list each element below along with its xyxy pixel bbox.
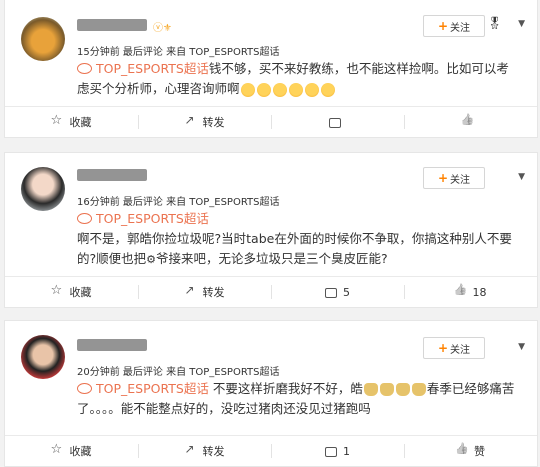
gear-icon: ⚙: [146, 253, 157, 266]
repost-button[interactable]: 转发: [138, 277, 271, 307]
repost-label: 转发: [202, 445, 225, 458]
like-count: 赞: [474, 445, 485, 458]
comment-text-2a: 的?顺便也把: [77, 251, 147, 266]
collect-label: 收藏: [69, 116, 92, 129]
repost-button[interactable]: 转发: [138, 107, 271, 137]
comment-text-2: 虑买个分析师，心理咨询师啊: [77, 81, 240, 96]
username-redacted[interactable]: [77, 19, 147, 31]
collect-label: 收藏: [69, 286, 92, 299]
star-icon: [51, 113, 64, 128]
topic-link[interactable]: TOP_ESPORTS超话: [96, 61, 209, 76]
chevron-down-icon[interactable]: ▼: [518, 172, 525, 182]
comment-text-2: 了。。。。能不能整点好的，没吃过猪肉还没见过猪跑吗: [77, 401, 371, 416]
cat-emoji-icons: [363, 381, 427, 396]
avatar[interactable]: [21, 17, 65, 61]
collect-label: 收藏: [69, 445, 92, 458]
medal-icon: 🎖: [487, 16, 503, 30]
comment-text-1b: 春季已经够痛苦: [426, 381, 515, 396]
like-button[interactable]: [404, 107, 537, 137]
comment-icon: [325, 288, 337, 298]
emoji-icons: [240, 81, 336, 97]
comment-button[interactable]: [271, 107, 404, 137]
repost-icon: [185, 113, 197, 128]
comment-text-1a: 不要这样折磨我好不好，皓: [212, 381, 363, 396]
comment-body: TOP_ESPORTS超话 啊不是，郭皓你捡垃圾呢?当时tabe在外面的时候你不…: [77, 209, 525, 270]
supertopic-icon: [77, 63, 92, 74]
avatar[interactable]: [21, 167, 65, 211]
star-icon: [51, 442, 64, 457]
comment-icon: [325, 447, 337, 457]
topic-link[interactable]: TOP_ESPORTS超话: [96, 211, 209, 226]
like-button[interactable]: 18: [404, 277, 537, 307]
comment-meta: 16分钟前 最后评论 来自 TOP_ESPORTS超话: [77, 197, 280, 208]
topic-link[interactable]: TOP_ESPORTS超话: [96, 381, 209, 396]
comment-body: TOP_ESPORTS超话钱不够，买不来好教练，也不能这样捡啊。比如可以考 虑买…: [77, 59, 525, 99]
follow-button[interactable]: + 关注: [423, 167, 485, 189]
repost-label: 转发: [202, 116, 225, 129]
thumbs-up-icon: [455, 286, 467, 298]
comment-meta: 20分钟前 最后评论 来自 TOP_ESPORTS超话: [77, 367, 280, 378]
comment-button[interactable]: 5: [271, 277, 404, 307]
comment-count: 1: [343, 444, 350, 458]
vip-badge-icon: ⓥ⚜: [153, 23, 172, 34]
comment-body: TOP_ESPORTS超话 不要这样折磨我好不好，皓 春季已经够痛苦 了。。。。能…: [77, 379, 525, 419]
follow-label: 关注: [450, 22, 471, 34]
supertopic-icon: [77, 383, 92, 394]
action-bar: 收藏 转发 5 18: [5, 276, 537, 307]
follow-label: 关注: [450, 344, 471, 356]
comment-icon: [328, 118, 341, 128]
action-bar: 收藏 转发 1 赞: [5, 435, 537, 466]
username-redacted[interactable]: [77, 169, 147, 181]
repost-icon: [185, 442, 197, 457]
collect-button[interactable]: 收藏: [5, 436, 138, 466]
collect-button[interactable]: 收藏: [5, 277, 138, 307]
like-count: 18: [472, 285, 487, 299]
comment-button[interactable]: 1: [271, 436, 404, 466]
comment-meta: 15分钟前 最后评论 来自 TOP_ESPORTS超话: [77, 47, 280, 58]
supertopic-icon: [77, 213, 92, 224]
follow-button[interactable]: + 关注: [423, 15, 485, 37]
thumbs-up-icon: [456, 445, 468, 457]
repost-button[interactable]: 转发: [138, 436, 271, 466]
collect-button[interactable]: 收藏: [5, 107, 138, 137]
avatar[interactable]: [21, 335, 65, 379]
comment-text: 啊不是，郭皓你捡垃圾呢?当时tabe在外面的时候你不争取，你搞这种别人不要: [77, 231, 512, 246]
star-icon: [51, 283, 64, 298]
chevron-down-icon[interactable]: ▼: [518, 342, 525, 352]
comment-feed: ⓥ⚜ 15分钟前 最后评论 来自 TOP_ESPORTS超话 + 关注 🎖 ▼ …: [0, 0, 540, 467]
username-redacted[interactable]: [77, 339, 147, 351]
like-button[interactable]: 赞: [404, 436, 537, 466]
comment-card: 20分钟前 最后评论 来自 TOP_ESPORTS超话 + 关注 ▼ TOP_E…: [4, 320, 538, 467]
comment-card: ⓥ⚜ 15分钟前 最后评论 来自 TOP_ESPORTS超话 + 关注 🎖 ▼ …: [4, 0, 538, 138]
plus-icon: +: [437, 19, 449, 33]
plus-icon: +: [437, 171, 449, 185]
chevron-down-icon[interactable]: ▼: [518, 19, 525, 29]
comment-card: 16分钟前 最后评论 来自 TOP_ESPORTS超话 + 关注 ▼ TOP_E…: [4, 152, 538, 308]
follow-button[interactable]: + 关注: [423, 337, 485, 359]
plus-icon: +: [437, 341, 449, 355]
repost-label: 转发: [202, 286, 225, 299]
repost-icon: [185, 283, 197, 298]
comment-text-2b: 爷接来吧，无论多垃圾只是三个臭皮匠能?: [156, 251, 388, 266]
action-bar: 收藏 转发: [5, 106, 537, 137]
comment-count: 5: [343, 285, 350, 299]
comment-text: 钱不够，买不来好教练，也不能这样捡啊。比如可以考: [208, 61, 509, 76]
follow-label: 关注: [450, 174, 471, 186]
thumbs-up-icon: [462, 116, 474, 128]
